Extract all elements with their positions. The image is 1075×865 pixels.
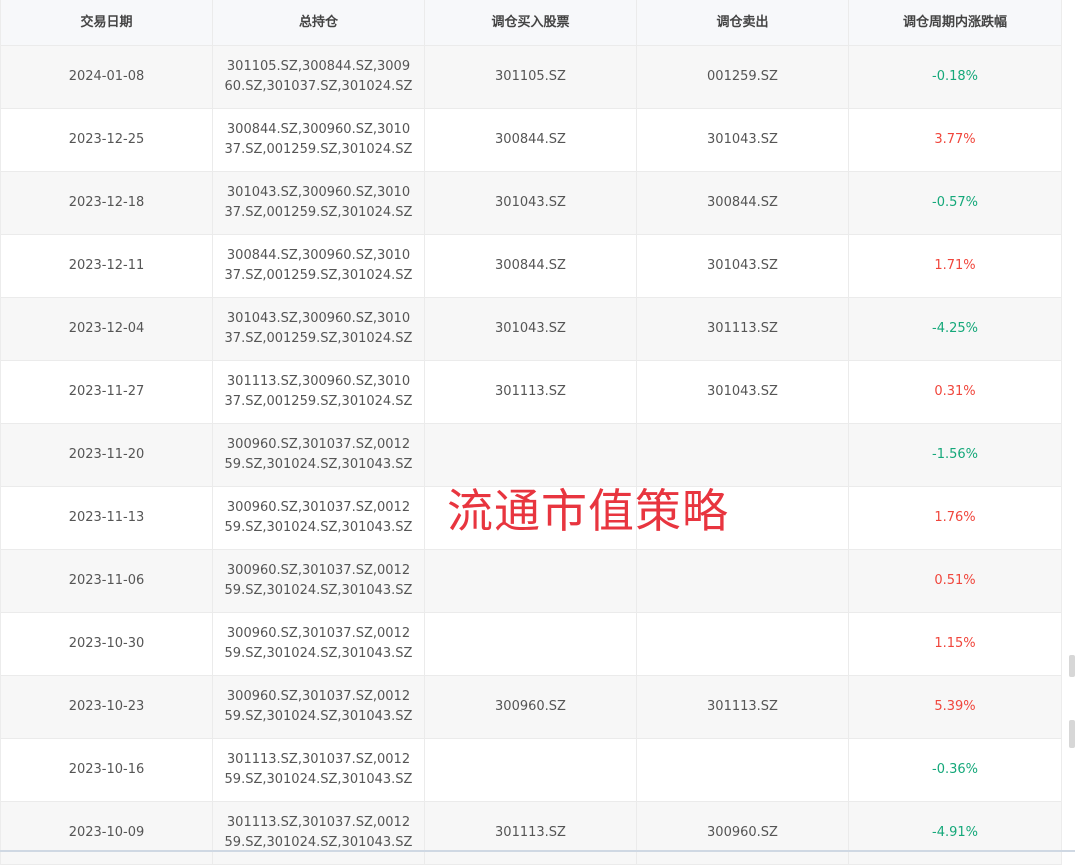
cell-sell: [637, 424, 849, 486]
cell-sell: 301043.SZ: [637, 109, 849, 171]
table-row[interactable]: 2023-12-04 301043.SZ,300960.SZ,301037.SZ,…: [1, 298, 1061, 361]
cell-date: 2023-10-30: [1, 613, 213, 675]
cell-sell: [637, 739, 849, 801]
cell-holdings: 300960.SZ,301037.SZ,001259.SZ,301024.SZ,…: [213, 550, 425, 612]
cell-date: 2023-12-25: [1, 109, 213, 171]
rebalance-table: 交易日期 总持仓 调仓买入股票 调仓卖出 调仓周期内涨跌幅 2024-01-08…: [0, 0, 1062, 865]
table-row[interactable]: 2023-12-11 300844.SZ,300960.SZ,301037.SZ,…: [1, 235, 1061, 298]
table-row[interactable]: 2023-11-06 300960.SZ,301037.SZ,001259.SZ,…: [1, 550, 1061, 613]
cell-change: 0.31%: [934, 384, 976, 399]
cell-date: 2023-11-27: [1, 361, 213, 423]
cell-sell: 300844.SZ: [637, 172, 849, 234]
cell-buy: [425, 487, 637, 549]
table-header: 交易日期 总持仓 调仓买入股票 调仓卖出 调仓周期内涨跌幅: [1, 0, 1061, 46]
cell-holdings: 300960.SZ,301037.SZ,001259.SZ,301024.SZ,…: [213, 676, 425, 738]
cell-holdings: 301043.SZ,300960.SZ,301037.SZ,001259.SZ,…: [213, 172, 425, 234]
cell-change: 5.39%: [934, 699, 976, 714]
cell-date: 2023-12-11: [1, 235, 213, 297]
cell-holdings: 300960.SZ,301037.SZ,001259.SZ,301024.SZ,…: [213, 613, 425, 675]
cell-sell: 300960.SZ: [637, 802, 849, 864]
side-handle: [1069, 655, 1075, 677]
cell-change: -4.91%: [932, 825, 978, 840]
header-date[interactable]: 交易日期: [1, 0, 213, 45]
cell-buy: 300960.SZ: [425, 676, 637, 738]
cell-buy: [425, 739, 637, 801]
cell-date: 2023-11-13: [1, 487, 213, 549]
cell-change: -0.36%: [932, 762, 978, 777]
header-buy[interactable]: 调仓买入股票: [425, 0, 637, 45]
cell-change: -4.25%: [932, 321, 978, 336]
cell-sell: [637, 487, 849, 549]
header-change[interactable]: 调仓周期内涨跌幅: [849, 0, 1061, 45]
cell-buy: 301105.SZ: [425, 46, 637, 108]
cell-change: 1.71%: [934, 258, 976, 273]
table-row[interactable]: 2023-10-09 301113.SZ,301037.SZ,001259.SZ,…: [1, 802, 1061, 865]
cell-holdings: 301043.SZ,300960.SZ,301037.SZ,001259.SZ,…: [213, 298, 425, 360]
cell-change: -0.57%: [932, 195, 978, 210]
cell-holdings: 301113.SZ,301037.SZ,001259.SZ,301024.SZ,…: [213, 739, 425, 801]
cell-date: 2023-10-16: [1, 739, 213, 801]
cell-holdings: 301105.SZ,300844.SZ,300960.SZ,301037.SZ,…: [213, 46, 425, 108]
cell-buy: [425, 613, 637, 675]
cell-holdings: 300960.SZ,301037.SZ,001259.SZ,301024.SZ,…: [213, 487, 425, 549]
cell-buy: [425, 550, 637, 612]
cell-sell: [637, 613, 849, 675]
table-row[interactable]: 2023-11-27 301113.SZ,300960.SZ,301037.SZ,…: [1, 361, 1061, 424]
header-holdings[interactable]: 总持仓: [213, 0, 425, 45]
cell-sell: 301043.SZ: [637, 235, 849, 297]
table-row[interactable]: 2023-11-13 300960.SZ,301037.SZ,001259.SZ,…: [1, 487, 1061, 550]
cell-buy: 301113.SZ: [425, 802, 637, 864]
cell-change: -0.18%: [932, 69, 978, 84]
cell-buy: 300844.SZ: [425, 109, 637, 171]
table-row[interactable]: 2023-10-30 300960.SZ,301037.SZ,001259.SZ,…: [1, 613, 1061, 676]
cell-date: 2023-12-18: [1, 172, 213, 234]
cell-holdings: 300844.SZ,300960.SZ,301037.SZ,001259.SZ,…: [213, 109, 425, 171]
cell-holdings: 300844.SZ,300960.SZ,301037.SZ,001259.SZ,…: [213, 235, 425, 297]
cell-date: 2023-10-23: [1, 676, 213, 738]
cell-holdings: 301113.SZ,300960.SZ,301037.SZ,001259.SZ,…: [213, 361, 425, 423]
cell-change: -1.56%: [932, 447, 978, 462]
header-sell[interactable]: 调仓卖出: [637, 0, 849, 45]
cell-date: 2023-11-20: [1, 424, 213, 486]
table-row[interactable]: 2023-12-18 301043.SZ,300960.SZ,301037.SZ,…: [1, 172, 1061, 235]
cell-date: 2023-12-04: [1, 298, 213, 360]
cell-buy: 301043.SZ: [425, 298, 637, 360]
table-row[interactable]: 2023-12-25 300844.SZ,300960.SZ,301037.SZ,…: [1, 109, 1061, 172]
cell-change: 3.77%: [934, 132, 976, 147]
cell-buy: 300844.SZ: [425, 235, 637, 297]
cell-sell: 301043.SZ: [637, 361, 849, 423]
cell-buy: [425, 424, 637, 486]
cell-sell: 001259.SZ: [637, 46, 849, 108]
cell-sell: 301113.SZ: [637, 676, 849, 738]
table-row[interactable]: 2023-10-23 300960.SZ,301037.SZ,001259.SZ,…: [1, 676, 1061, 739]
cell-change: 0.51%: [934, 573, 976, 588]
table-row[interactable]: 2024-01-08 301105.SZ,300844.SZ,300960.SZ,…: [1, 46, 1061, 109]
cell-holdings: 300960.SZ,301037.SZ,001259.SZ,301024.SZ,…: [213, 424, 425, 486]
table-row[interactable]: 2023-10-16 301113.SZ,301037.SZ,001259.SZ,…: [1, 739, 1061, 802]
cell-buy: 301043.SZ: [425, 172, 637, 234]
cell-sell: [637, 550, 849, 612]
table-row[interactable]: 2023-11-20 300960.SZ,301037.SZ,001259.SZ,…: [1, 424, 1061, 487]
cell-sell: 301113.SZ: [637, 298, 849, 360]
cell-holdings: 301113.SZ,301037.SZ,001259.SZ,301024.SZ,…: [213, 802, 425, 864]
cell-date: 2024-01-08: [1, 46, 213, 108]
cell-buy: 301113.SZ: [425, 361, 637, 423]
cell-change: 1.15%: [934, 636, 976, 651]
side-handle: [1069, 720, 1075, 748]
cell-date: 2023-11-06: [1, 550, 213, 612]
cell-change: 1.76%: [934, 510, 976, 525]
cell-date: 2023-10-09: [1, 802, 213, 864]
